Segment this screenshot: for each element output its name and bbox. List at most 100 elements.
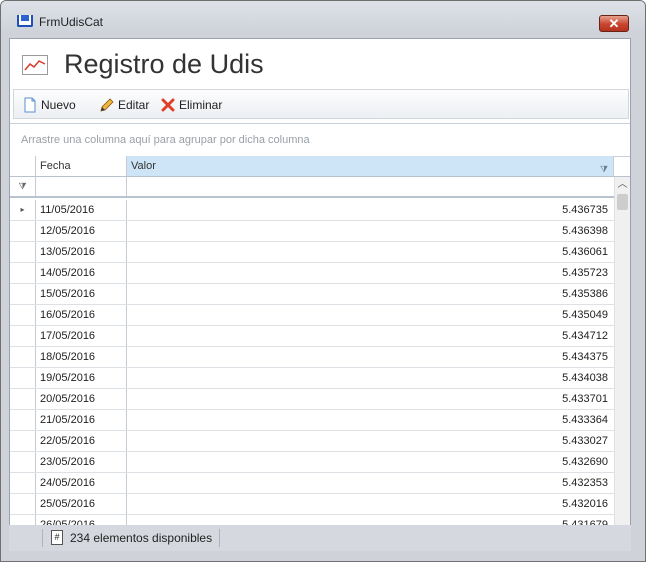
- status-bar: # 234 elementos disponibles: [9, 525, 631, 551]
- row-indicator[interactable]: [10, 305, 36, 325]
- status-separator: [219, 529, 220, 547]
- row-indicator[interactable]: [10, 221, 36, 241]
- group-by-panel[interactable]: Arrastre una columna aquí para agrupar p…: [10, 123, 630, 157]
- row-indicator[interactable]: [10, 473, 36, 493]
- cell-fecha[interactable]: 20/05/2016: [36, 389, 127, 409]
- status-count: 234 elementos disponibles: [70, 531, 213, 545]
- delete-x-icon: [161, 98, 175, 112]
- cell-fecha[interactable]: 25/05/2016: [36, 494, 127, 514]
- table-row[interactable]: 17/05/2016 5.434712: [10, 326, 614, 347]
- cell-fecha[interactable]: 18/05/2016: [36, 347, 127, 367]
- table-row[interactable]: 23/05/2016 5.432690: [10, 452, 614, 473]
- table-row[interactable]: 25/05/2016 5.432016: [10, 494, 614, 515]
- row-indicator[interactable]: [10, 431, 36, 451]
- row-indicator[interactable]: [10, 242, 36, 262]
- row-indicator[interactable]: [10, 494, 36, 514]
- cell-valor[interactable]: 5.433701: [127, 389, 614, 409]
- table-row[interactable]: 20/05/2016 5.433701: [10, 389, 614, 410]
- cell-fecha[interactable]: 23/05/2016: [36, 452, 127, 472]
- chart-icon: [22, 55, 48, 75]
- table-row[interactable]: 14/05/2016 5.435723: [10, 263, 614, 284]
- cell-valor[interactable]: 5.434375: [127, 347, 614, 367]
- row-indicator[interactable]: [10, 347, 36, 367]
- cell-valor[interactable]: 5.432690: [127, 452, 614, 472]
- cell-fecha[interactable]: 13/05/2016: [36, 242, 127, 262]
- data-grid: Fecha Valor ⧩ ⧩ ▸ 11/05/2016 5.436735 12/05…: [10, 156, 630, 546]
- table-row[interactable]: 15/05/2016 5.435386: [10, 284, 614, 305]
- cell-valor[interactable]: 5.436061: [127, 242, 614, 262]
- row-indicator[interactable]: ▸: [10, 200, 36, 220]
- table-row[interactable]: 12/05/2016 5.436398: [10, 221, 614, 242]
- table-row[interactable]: ▸ 11/05/2016 5.436735: [10, 200, 614, 221]
- scroll-up-icon[interactable]: ︿: [615, 177, 630, 193]
- row-indicator[interactable]: [10, 389, 36, 409]
- column-header-valor[interactable]: Valor ⧩: [127, 156, 614, 176]
- cell-valor[interactable]: 5.436398: [127, 221, 614, 241]
- pencil-icon: [100, 98, 114, 112]
- cell-fecha[interactable]: 12/05/2016: [36, 221, 127, 241]
- row-indicator[interactable]: [10, 326, 36, 346]
- edit-button-label: Editar: [118, 98, 150, 112]
- table-row[interactable]: 24/05/2016 5.432353: [10, 473, 614, 494]
- table-row[interactable]: 16/05/2016 5.435049: [10, 305, 614, 326]
- toolbar: Nuevo Editar Eliminar: [13, 89, 629, 119]
- column-header-row: Fecha Valor ⧩: [10, 156, 630, 177]
- column-header-valor-label: Valor: [131, 160, 156, 172]
- table-row[interactable]: 18/05/2016 5.434375: [10, 347, 614, 368]
- main-window: FrmUdisCat ✕ Registro de Udis Nuevo Edit…: [0, 0, 646, 562]
- cell-valor[interactable]: 5.434038: [127, 368, 614, 388]
- status-separator: [42, 529, 43, 547]
- window-title: FrmUdisCat: [39, 15, 104, 29]
- table-row[interactable]: 13/05/2016 5.436061: [10, 242, 614, 263]
- client-area: Registro de Udis Nuevo Editar Eliminar A…: [9, 38, 631, 551]
- cell-valor[interactable]: 5.436735: [127, 200, 614, 220]
- cell-valor[interactable]: 5.435386: [127, 284, 614, 304]
- scroll-thumb[interactable]: [617, 194, 628, 210]
- cell-fecha[interactable]: 11/05/2016: [36, 200, 127, 220]
- page-title: Registro de Udis: [64, 49, 264, 79]
- vertical-scrollbar[interactable]: ︿ ﹀: [614, 177, 630, 546]
- cell-valor[interactable]: 5.433027: [127, 431, 614, 451]
- cell-valor[interactable]: 5.435723: [127, 263, 614, 283]
- new-button[interactable]: Nuevo: [22, 97, 84, 113]
- cell-valor[interactable]: 5.432353: [127, 473, 614, 493]
- cell-valor[interactable]: 5.435049: [127, 305, 614, 325]
- new-document-icon: [24, 97, 36, 113]
- row-indicator[interactable]: [10, 452, 36, 472]
- delete-button-label: Eliminar: [179, 98, 223, 112]
- cell-fecha[interactable]: 21/05/2016: [36, 410, 127, 430]
- count-icon: #: [51, 530, 63, 545]
- auto-filter-row: ⧩: [10, 177, 614, 198]
- column-header-fecha[interactable]: Fecha: [36, 156, 127, 176]
- cell-fecha[interactable]: 17/05/2016: [36, 326, 127, 346]
- edit-button[interactable]: Editar: [99, 97, 157, 113]
- grid-rows: ▸ 11/05/2016 5.436735 12/05/2016 5.436398 13/…: [10, 200, 614, 546]
- row-indicator-header: [10, 156, 36, 176]
- new-button-label: Nuevo: [41, 98, 76, 112]
- cell-fecha[interactable]: 15/05/2016: [36, 284, 127, 304]
- close-button[interactable]: ✕: [599, 15, 629, 32]
- row-indicator[interactable]: [10, 263, 36, 283]
- cell-valor[interactable]: 5.433364: [127, 410, 614, 430]
- cell-fecha[interactable]: 24/05/2016: [36, 473, 127, 493]
- row-indicator[interactable]: [10, 368, 36, 388]
- header-area: Registro de Udis: [10, 39, 630, 89]
- table-row[interactable]: 19/05/2016 5.434038: [10, 368, 614, 389]
- group-by-hint: Arrastre una columna aquí para agrupar p…: [21, 134, 310, 146]
- delete-button[interactable]: Eliminar: [160, 97, 230, 113]
- filter-cell-fecha[interactable]: [36, 177, 127, 196]
- table-row[interactable]: 21/05/2016 5.433364: [10, 410, 614, 431]
- row-indicator[interactable]: [10, 410, 36, 430]
- cell-fecha[interactable]: 16/05/2016: [36, 305, 127, 325]
- filter-row-icon: ⧩: [10, 177, 36, 196]
- cell-fecha[interactable]: 19/05/2016: [36, 368, 127, 388]
- row-indicator[interactable]: [10, 284, 36, 304]
- cell-fecha[interactable]: 22/05/2016: [36, 431, 127, 451]
- title-bar[interactable]: FrmUdisCat ✕: [1, 1, 645, 32]
- table-row[interactable]: 22/05/2016 5.433027: [10, 431, 614, 452]
- cell-valor[interactable]: 5.432016: [127, 494, 614, 514]
- cell-fecha[interactable]: 14/05/2016: [36, 263, 127, 283]
- cell-valor[interactable]: 5.434712: [127, 326, 614, 346]
- filter-icon[interactable]: ⧩: [600, 159, 608, 179]
- app-icon: [17, 15, 33, 27]
